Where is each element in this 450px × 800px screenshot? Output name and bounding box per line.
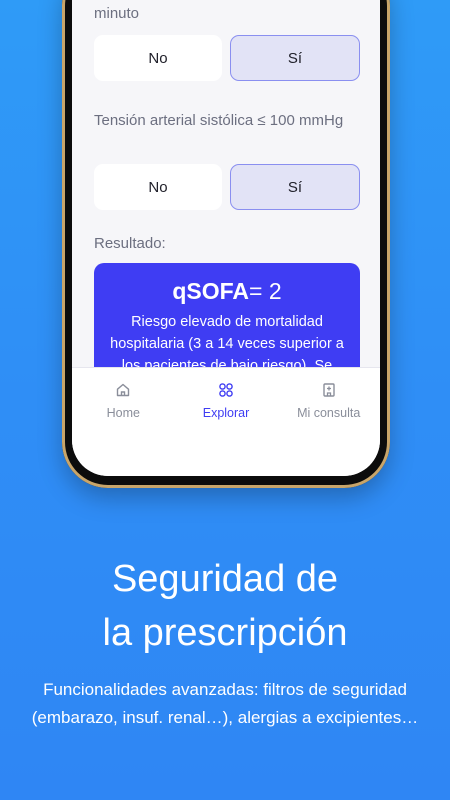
home-icon xyxy=(117,383,130,397)
no-button[interactable]: No xyxy=(94,164,222,210)
score-equals: = xyxy=(249,278,263,304)
result-card: qSOFA= 2 Riesgo elevado de mortalidad ho… xyxy=(94,263,360,368)
result-description: Riesgo elevado de mortalidad hospitalari… xyxy=(110,314,344,368)
nav-item-explorar[interactable]: Explorar xyxy=(175,368,278,476)
marketing-subtext: Funcionalidades avanzadas: filtros de se… xyxy=(31,680,419,727)
question-blood-pressure-options: No Sí xyxy=(94,164,360,210)
nav-item-mi-consulta[interactable]: Mi consulta xyxy=(277,368,380,476)
nav-label-mi-consulta: Mi consulta xyxy=(297,406,361,420)
score-name: qSOFA xyxy=(172,278,250,304)
result-label: Resultado: xyxy=(94,235,166,252)
yes-button-selected[interactable]: Sí xyxy=(230,164,360,210)
score-value: 2 xyxy=(268,278,282,304)
question-blood-pressure-label: Tensión arterial sistólica ≤ 100 mmHg xyxy=(94,112,344,129)
marketing-headline: Seguridad de la prescripción xyxy=(0,552,450,660)
question-respiratory-rate-label: Frecuencia respiratoria ≥ 22 por minuto xyxy=(94,5,140,22)
nav-item-home[interactable]: Home xyxy=(72,368,175,476)
no-button[interactable]: No xyxy=(94,35,222,81)
headline-line-1: Seguridad de xyxy=(111,558,339,600)
nav-label-explorar: Explorar xyxy=(202,406,250,420)
phone-screen: Frecuencia respiratoria ≥ 22 por minuto … xyxy=(72,0,380,476)
nav-label-home: Home xyxy=(106,406,140,420)
result-score: qSOFA= 2 xyxy=(94,277,360,305)
yes-button-selected[interactable]: Sí xyxy=(230,35,360,81)
grid-icon xyxy=(219,383,233,397)
phone-mockup: Frecuencia respiratoria ≥ 22 por minuto … xyxy=(62,0,390,488)
scroll-content[interactable]: Frecuencia respiratoria ≥ 22 por minuto … xyxy=(72,0,380,368)
headline-line-2: la prescripción xyxy=(102,612,348,654)
question-respiratory-rate-options: No Sí xyxy=(94,35,360,81)
bottom-navigation: Home Explorar Mi consulta xyxy=(72,367,380,476)
clinic-icon xyxy=(322,383,335,397)
